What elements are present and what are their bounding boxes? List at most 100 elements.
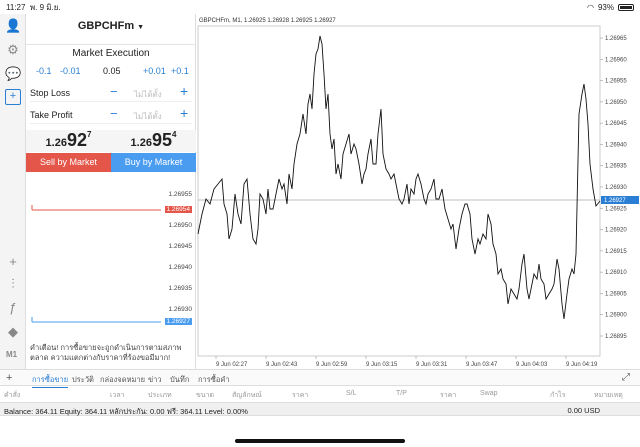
- new-order-icon[interactable]: +: [5, 89, 21, 105]
- current-price-tag: 1.26927: [604, 198, 626, 204]
- stop-loss-label: Stop Loss: [30, 88, 71, 98]
- column-header: หมายเหตุ: [594, 392, 623, 399]
- volume-plus-0.01[interactable]: +0.01: [143, 66, 166, 76]
- total-profit: 0.00 USD: [567, 406, 600, 415]
- crosshair-icon[interactable]: +: [5, 254, 21, 270]
- bid-price: 1.26927: [26, 130, 111, 152]
- column-header: ราคา: [292, 392, 309, 399]
- tab-news[interactable]: ข่าว: [148, 374, 162, 386]
- take-profit-plus-button[interactable]: +: [180, 105, 188, 121]
- volume-value[interactable]: 0.05: [103, 66, 121, 76]
- y-tick-label: 1.26940: [605, 142, 627, 148]
- tab-journal[interactable]: บันทึก: [170, 374, 189, 386]
- mini-price-label: 1.26945: [168, 243, 193, 250]
- mini-tick-chart: 1.26955 1.26954 1.26950 1.26945 1.26940 …: [26, 189, 196, 329]
- home-indicator[interactable]: [235, 439, 405, 443]
- x-tick-label: 9 Jun 04:19: [566, 362, 598, 368]
- y-tick-label: 1.26965: [605, 36, 627, 42]
- candles-icon[interactable]: ⫶: [5, 276, 21, 292]
- price-chart[interactable]: GBPCHFm, M1, 1.26925 1.26928 1.26925 1.2…: [196, 14, 640, 369]
- chevron-down-icon: ▼: [137, 24, 145, 31]
- timeframe-button[interactable]: M1: [6, 350, 17, 359]
- y-tick-label: 1.26900: [605, 313, 627, 319]
- balance-summary: Balance: 364.11 Equity: 364.11 หลักประกั…: [0, 402, 640, 416]
- y-tick-label: 1.26960: [605, 57, 627, 63]
- mini-price-label: 1.26940: [168, 264, 193, 271]
- status-date: พ. 9 มิ.ย.: [29, 2, 61, 12]
- terminal-tab-bar: + การซื้อขาย ประวัติ กล่องจดหมาย ข่าว บั…: [0, 369, 640, 388]
- mini-price-label: 1.26950: [168, 222, 193, 229]
- status-time: 11:27: [6, 2, 26, 12]
- stop-loss-plus-button[interactable]: +: [180, 83, 188, 99]
- ask-tag: 1.26954: [164, 206, 192, 213]
- ask-price: 1.26954: [111, 130, 196, 152]
- buy-by-market-button[interactable]: Buy by Market: [111, 153, 196, 172]
- stop-loss-row: Stop Loss − ไม่ได้ตั้ง +: [30, 83, 192, 102]
- execution-warning: คำเตือน! การซื้อขายจะถูกดำเนินการตามสภาพ…: [30, 343, 182, 362]
- column-header: ขนาด: [196, 392, 215, 399]
- symbol-selector[interactable]: GBPCHFm ▼: [26, 20, 196, 32]
- take-profit-row: Take Profit − ไม่ได้ตั้ง +: [30, 105, 192, 124]
- y-tick-label: 1.26925: [605, 206, 627, 212]
- stop-loss-input[interactable]: ไม่ได้ตั้ง: [134, 88, 162, 101]
- order-panel: GBPCHFm ▼ Market Execution -0.1 -0.01 0.…: [26, 14, 196, 369]
- y-tick-label: 1.26945: [605, 121, 627, 127]
- x-tick-label: 9 Jun 03:15: [366, 362, 398, 368]
- wifi-icon: ◠: [587, 2, 594, 12]
- take-profit-input[interactable]: ไม่ได้ตั้ง: [134, 110, 162, 123]
- column-header: S/L: [346, 390, 357, 397]
- y-tick-label: 1.26915: [605, 249, 627, 255]
- execution-mode[interactable]: Market Execution: [26, 44, 196, 59]
- volume-plus-0.1[interactable]: +0.1: [171, 66, 189, 76]
- x-tick-label: 9 Jun 02:43: [266, 362, 298, 368]
- bid-tag: 1.26927: [164, 318, 192, 325]
- y-tick-label: 1.26935: [605, 164, 627, 170]
- plot-frame: [197, 25, 601, 357]
- mini-price-label: 1.26935: [168, 285, 193, 292]
- y-tick-label: 1.26950: [605, 100, 627, 106]
- column-header: เวลา: [110, 392, 125, 399]
- x-tick-label: 9 Jun 02:59: [316, 362, 348, 368]
- x-tick-label: 9 Jun 04:03: [516, 362, 548, 368]
- y-tick-label: 1.26930: [605, 185, 627, 191]
- column-header: คำสั่ง: [4, 392, 21, 399]
- x-tick-label: 9 Jun 03:31: [416, 362, 448, 368]
- tab-trade[interactable]: การซื้อขาย: [32, 374, 69, 388]
- column-header: กำไร: [550, 392, 566, 399]
- trade-table-header: คำสั่ง เวลา ประเภท ขนาด สัญลักษณ์ ราคา S…: [0, 387, 640, 401]
- column-header: Swap: [480, 390, 498, 397]
- y-tick-label: 1.26895: [605, 334, 627, 340]
- volume-minus-0.01[interactable]: -0.01: [60, 66, 81, 76]
- tab-market[interactable]: การซื้อคำ: [198, 374, 230, 386]
- price-series-line: [197, 35, 601, 320]
- left-toolbar: 👤 ⚙ 💬 + + ⫶ ƒ ◆ M1: [0, 14, 26, 369]
- account-icon[interactable]: 👤: [5, 18, 21, 34]
- column-header: T/P: [396, 390, 407, 397]
- mini-price-label: 1.26930: [168, 306, 193, 313]
- objects-icon[interactable]: ◆: [5, 324, 21, 340]
- tab-history[interactable]: ประวัติ: [72, 374, 94, 386]
- status-bar: 11:27 พ. 9 มิ.ย. ◠ 93%: [0, 0, 640, 14]
- add-icon[interactable]: +: [6, 372, 12, 384]
- expand-icon[interactable]: ⤢: [622, 372, 630, 383]
- stop-loss-minus-button[interactable]: −: [110, 84, 118, 99]
- y-tick-label: 1.26955: [605, 79, 627, 85]
- tab-mailbox[interactable]: กล่องจดหมาย: [100, 374, 145, 386]
- take-profit-minus-button[interactable]: −: [110, 106, 118, 121]
- chart-svg: GBPCHFm, M1, 1.26925 1.26928 1.26925 1.2…: [197, 18, 639, 368]
- column-header: ราคา: [440, 392, 457, 399]
- trade-user-icon[interactable]: ⚙: [5, 42, 21, 58]
- column-header: ประเภท: [148, 392, 172, 399]
- x-tick-label: 9 Jun 02:27: [216, 362, 248, 368]
- volume-row: -0.1 -0.01 0.05 +0.01 +0.1: [26, 66, 196, 82]
- mini-price-label: 1.26955: [168, 191, 193, 198]
- y-tick-label: 1.26910: [605, 270, 627, 276]
- sell-by-market-button[interactable]: Sell by Market: [26, 153, 111, 172]
- indicator-icon[interactable]: ƒ: [5, 300, 21, 316]
- chart-header: GBPCHFm, M1, 1.26925 1.26928 1.26925 1.2…: [199, 18, 336, 24]
- battery-percent: 93%: [597, 2, 614, 12]
- battery-icon: [618, 3, 634, 11]
- volume-minus-0.1[interactable]: -0.1: [36, 66, 52, 76]
- take-profit-label: Take Profit: [30, 110, 73, 120]
- chat-icon[interactable]: 💬: [5, 66, 21, 82]
